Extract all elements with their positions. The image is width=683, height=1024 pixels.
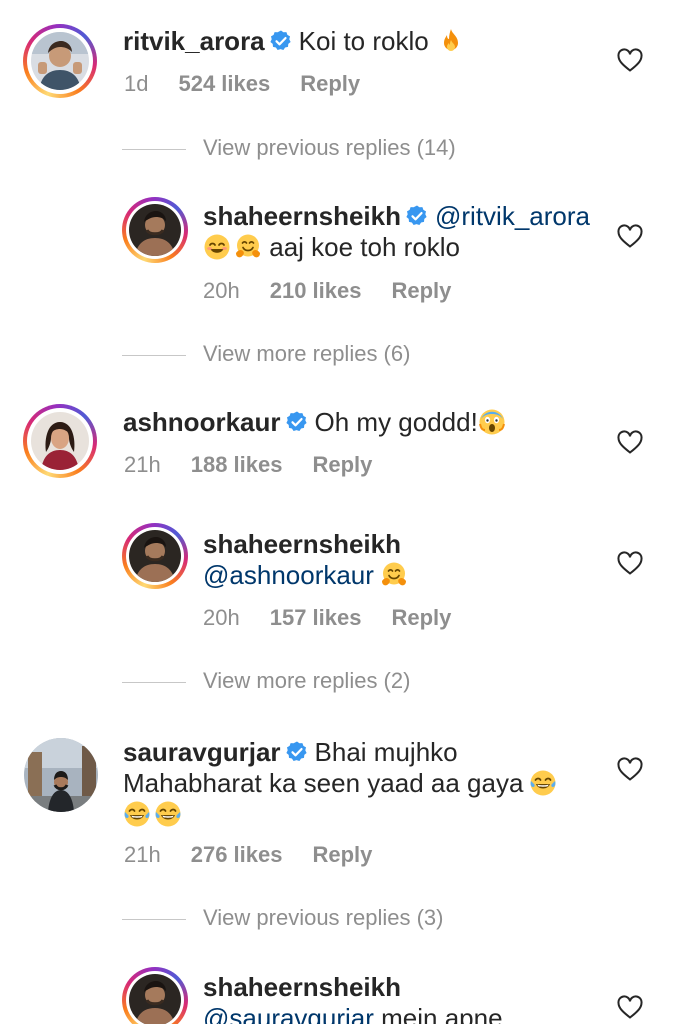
comment-ritvik-arora: ritvik_arora Koi to roklo 1d 524 likes Repl… — [0, 0, 683, 110]
username[interactable]: shaheernsheikh — [203, 972, 603, 1003]
view-more-replies[interactable]: View more replies (6) — [122, 341, 482, 371]
reply-meta: 20h 210 likes Reply — [203, 278, 481, 304]
heart-icon[interactable] — [617, 430, 643, 454]
timestamp: 20h — [203, 605, 240, 630]
mention-link[interactable]: @sauravgurjar — [203, 1003, 374, 1024]
divider — [122, 355, 186, 356]
reply-body: mein apne — [381, 1003, 503, 1024]
timestamp: 1d — [124, 71, 149, 96]
divider — [122, 682, 186, 683]
avatar[interactable] — [122, 967, 188, 1024]
username[interactable]: ritvik_arora — [123, 26, 265, 56]
mention-link[interactable]: @ashnoorkaur — [203, 560, 374, 590]
view-previous-replies[interactable]: View previous replies (3) — [122, 905, 482, 935]
comment-body: Koi to roklo — [298, 26, 429, 56]
reply-button[interactable]: Reply — [312, 452, 372, 477]
view-replies-label[interactable]: View previous replies (14) — [203, 135, 456, 161]
view-previous-replies[interactable]: View previous replies (14) — [122, 135, 482, 165]
username[interactable]: shaheernsheikh — [203, 529, 603, 560]
verified-badge-icon — [269, 29, 293, 53]
reply-body: aaj koe toh roklo — [269, 232, 461, 262]
heart-icon[interactable] — [617, 757, 643, 781]
likes-count[interactable]: 188 likes — [191, 452, 283, 477]
avatar[interactable] — [23, 404, 97, 478]
timestamp: 21h — [124, 842, 161, 867]
screaming-face-emoji-icon — [478, 408, 506, 436]
reply-button[interactable]: Reply — [300, 71, 360, 96]
avatar[interactable] — [24, 738, 98, 812]
verified-badge-icon — [285, 410, 309, 434]
likes-count[interactable]: 276 likes — [191, 842, 283, 867]
view-replies-label[interactable]: View more replies (6) — [203, 341, 410, 367]
avatar[interactable] — [122, 523, 188, 589]
likes-count[interactable]: 157 likes — [270, 605, 362, 630]
tears-of-joy-emoji-icon — [154, 800, 182, 828]
username[interactable]: sauravgurjar — [123, 737, 281, 767]
view-more-replies[interactable]: View more replies (2) — [122, 668, 482, 698]
divider — [122, 149, 186, 150]
comment-meta: 21h 276 likes Reply — [124, 842, 402, 868]
reply-text: shaheernsheikh @ritvik_arora aaj koe toh … — [203, 201, 603, 263]
comment-body: Oh my goddd! — [314, 407, 478, 437]
reply-text: shaheernsheikh @sauravgurjar mein apne — [203, 972, 603, 1024]
tears-of-joy-emoji-icon — [123, 800, 151, 828]
view-replies-label[interactable]: View more replies (2) — [203, 668, 410, 694]
avatar[interactable] — [122, 197, 188, 263]
comment-body-line2: Mahabharat ka seen yaad aa gaya — [123, 768, 524, 798]
comment-meta: 1d 524 likes Reply — [124, 71, 390, 97]
smiling-face-emoji-icon — [203, 233, 231, 261]
likes-count[interactable]: 524 likes — [178, 71, 270, 96]
reply-button[interactable]: Reply — [391, 278, 451, 303]
hugging-face-emoji-icon — [234, 233, 262, 261]
reply-shaheernsheikh-3: shaheernsheikh @sauravgurjar mein apne — [0, 960, 683, 1024]
reply-shaheernsheikh-1: shaheernsheikh @ritvik_arora aaj koe toh … — [0, 180, 683, 310]
divider — [122, 919, 186, 920]
verified-badge-icon — [285, 740, 309, 764]
comment-meta: 21h 188 likes Reply — [124, 452, 402, 478]
heart-icon[interactable] — [617, 551, 643, 575]
reply-text: shaheernsheikh @ashnoorkaur — [203, 529, 603, 591]
username[interactable]: shaheernsheikh — [203, 201, 401, 231]
avatar[interactable] — [23, 24, 97, 98]
reply-button[interactable]: Reply — [391, 605, 451, 630]
fire-emoji-icon — [437, 27, 465, 55]
view-replies-label[interactable]: View previous replies (3) — [203, 905, 443, 931]
reply-meta: 20h 157 likes Reply — [203, 605, 481, 631]
likes-count[interactable]: 210 likes — [270, 278, 362, 303]
reply-shaheernsheikh-2: shaheernsheikh @ashnoorkaur 20h 157 likes… — [0, 510, 683, 640]
comment-text: ashnoorkaur Oh my goddd! — [123, 407, 506, 438]
verified-badge-icon — [405, 204, 429, 228]
heart-icon[interactable] — [617, 995, 643, 1019]
timestamp: 20h — [203, 278, 240, 303]
tears-of-joy-emoji-icon — [529, 769, 557, 797]
heart-icon[interactable] — [617, 224, 643, 248]
reply-button[interactable]: Reply — [312, 842, 372, 867]
comment-sauravgurjar: sauravgurjar Bhai mujhko Mahabharat ka se… — [0, 720, 683, 880]
comment-text: ritvik_arora Koi to roklo — [123, 26, 465, 57]
comment-body-line1: Bhai mujhko — [314, 737, 458, 767]
comment-text: sauravgurjar Bhai mujhko Mahabharat ka se… — [123, 737, 583, 830]
mention-link[interactable]: @ritvik_arora — [435, 201, 590, 231]
timestamp: 21h — [124, 452, 161, 477]
comment-ashnoorkaur: ashnoorkaur Oh my goddd! 21h 188 likes Repl… — [0, 380, 683, 490]
username[interactable]: ashnoorkaur — [123, 407, 281, 437]
heart-icon[interactable] — [617, 48, 643, 72]
hugging-face-emoji-icon — [380, 561, 408, 589]
